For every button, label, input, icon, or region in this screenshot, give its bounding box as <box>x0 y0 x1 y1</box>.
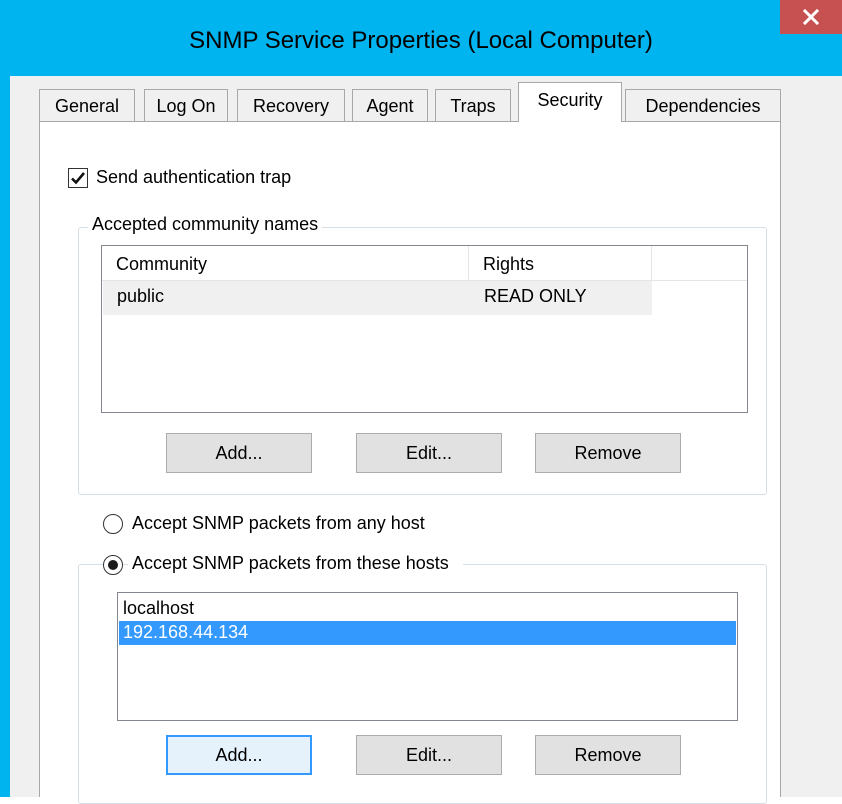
community-add-button[interactable]: Add... <box>166 433 312 473</box>
tab-dependencies[interactable]: Dependencies <box>625 89 781 121</box>
send-auth-trap-label[interactable]: Send authentication trap <box>96 167 291 188</box>
hosts-remove-button[interactable]: Remove <box>535 735 681 775</box>
rights-cell: READ ONLY <box>484 286 587 306</box>
column-header-community[interactable]: Community <box>102 246 469 280</box>
community-remove-button[interactable]: Remove <box>535 433 681 473</box>
tab-log-on[interactable]: Log On <box>144 89 228 121</box>
these-hosts-label[interactable]: Accept SNMP packets from these hosts <box>128 553 463 574</box>
community-edit-button[interactable]: Edit... <box>356 433 502 473</box>
community-listview[interactable]: Community Rights public READ ONLY <box>101 245 748 413</box>
close-button[interactable] <box>780 0 842 34</box>
checkmark-icon <box>71 172 85 185</box>
tab-security[interactable]: Security <box>518 82 622 122</box>
radio-selected-dot <box>108 560 118 570</box>
any-host-radio[interactable] <box>103 514 123 534</box>
hosts-edit-button[interactable]: Edit... <box>356 735 502 775</box>
close-icon <box>803 9 819 25</box>
tab-traps[interactable]: Traps <box>435 89 511 121</box>
tab-agent[interactable]: Agent <box>352 89 428 121</box>
tab-recovery[interactable]: Recovery <box>237 89 345 121</box>
send-auth-trap-checkbox[interactable] <box>68 168 88 188</box>
community-names-group-title: Accepted community names <box>88 214 323 235</box>
hosts-listbox[interactable]: localhost 192.168.44.134 <box>117 592 738 721</box>
hosts-add-button[interactable]: Add... <box>166 735 312 775</box>
list-item-selected[interactable]: 192.168.44.134 <box>119 621 736 645</box>
column-header-rights[interactable]: Rights <box>469 246 652 280</box>
any-host-label[interactable]: Accept SNMP packets from any host <box>132 513 425 534</box>
listview-header: Community Rights <box>102 246 747 281</box>
tab-general[interactable]: General <box>39 89 135 121</box>
these-hosts-radio[interactable] <box>103 555 123 575</box>
window-title: SNMP Service Properties (Local Computer) <box>189 27 653 54</box>
table-row[interactable]: public READ ONLY <box>103 281 652 315</box>
list-item[interactable]: localhost <box>119 597 736 621</box>
community-cell: public <box>117 286 165 306</box>
